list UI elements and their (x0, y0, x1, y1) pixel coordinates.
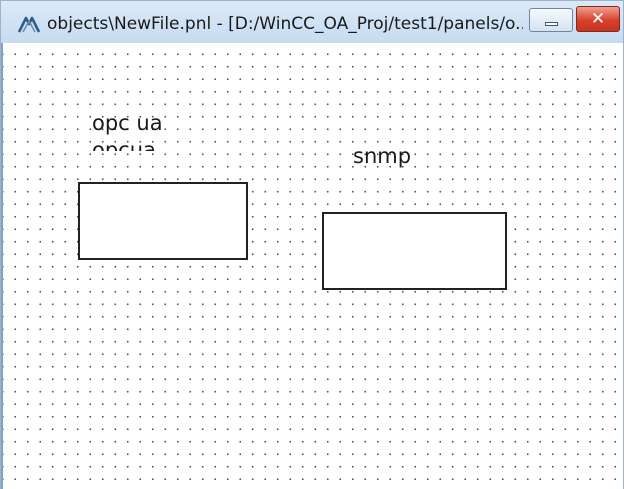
wincc-oa-icon (16, 13, 42, 35)
title-bar[interactable]: objects\NewFile.pnl - [D:/WinCC_OA_Proj/… (1, 1, 623, 43)
panel-canvas[interactable]: opc ua opcua snmp (1, 43, 623, 489)
minimize-icon (545, 22, 558, 26)
snmp-rectangle[interactable] (322, 212, 507, 290)
opc-ua-rectangle[interactable] (78, 182, 248, 260)
opc-ua-label-clipped[interactable]: opcua (92, 138, 156, 151)
close-icon: ✕ (590, 9, 606, 29)
opc-ua-label[interactable]: opc ua (92, 111, 163, 135)
snmp-label[interactable]: snmp (353, 144, 411, 168)
close-button[interactable]: ✕ (576, 6, 620, 32)
window-title: objects\NewFile.pnl - [D:/WinCC_OA_Proj/… (47, 14, 523, 34)
panel-window: objects\NewFile.pnl - [D:/WinCC_OA_Proj/… (0, 0, 624, 489)
minimize-button[interactable] (529, 8, 573, 32)
